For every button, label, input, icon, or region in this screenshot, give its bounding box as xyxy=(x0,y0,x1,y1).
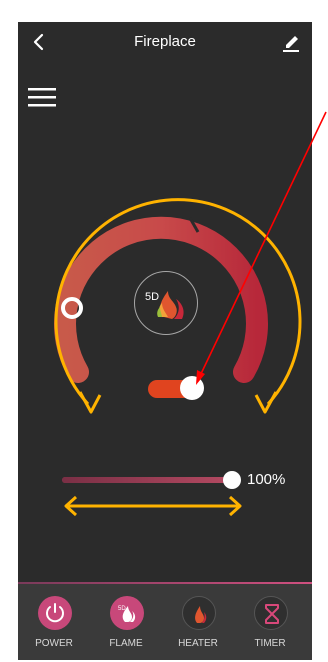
slider-value: 100% xyxy=(247,471,286,488)
menu-button[interactable] xyxy=(28,86,58,108)
power-icon xyxy=(38,596,72,630)
timer-button[interactable]: TIMER xyxy=(242,592,298,658)
annotation-arrowhead-right xyxy=(254,391,278,414)
hamburger-menu-icon xyxy=(28,88,56,107)
slider-fill xyxy=(62,477,234,483)
heater-flame-icon xyxy=(182,596,216,630)
hourglass-icon xyxy=(254,596,288,630)
page-title: Fireplace xyxy=(134,33,196,50)
flame-toggle[interactable] xyxy=(146,376,204,402)
power-label: POWER xyxy=(35,638,73,649)
heater-label: HEATER xyxy=(178,638,218,649)
power-button[interactable]: POWER xyxy=(26,592,82,658)
flame-label: FLAME xyxy=(109,638,143,649)
svg-text:5D: 5D xyxy=(118,606,126,612)
bottom-toolbar: POWER 5D FLAME HEATER TIMER xyxy=(18,584,312,660)
toggle-knob xyxy=(180,376,204,400)
edit-button[interactable] xyxy=(280,31,302,53)
flame-button[interactable]: 5D FLAME xyxy=(98,592,154,658)
edit-pencil-icon xyxy=(283,36,299,52)
5d-flame-icon: 5D xyxy=(110,596,144,630)
heater-button[interactable]: HEATER xyxy=(170,592,226,658)
annotation-arrowhead-left xyxy=(78,391,102,414)
timer-label: TIMER xyxy=(254,638,286,649)
phone-screen: Fireplace 5D 100% POWER 5D FLAME HEATER … xyxy=(18,22,312,660)
dial-knob[interactable] xyxy=(61,297,83,319)
fireplace-logo: 5D xyxy=(134,271,198,335)
brightness-slider[interactable] xyxy=(62,477,234,483)
slider-knob[interactable] xyxy=(223,471,241,489)
flame-logo-icon xyxy=(157,291,184,319)
app-header: Fireplace xyxy=(18,22,312,62)
annotation-double-arrow xyxy=(64,495,242,517)
